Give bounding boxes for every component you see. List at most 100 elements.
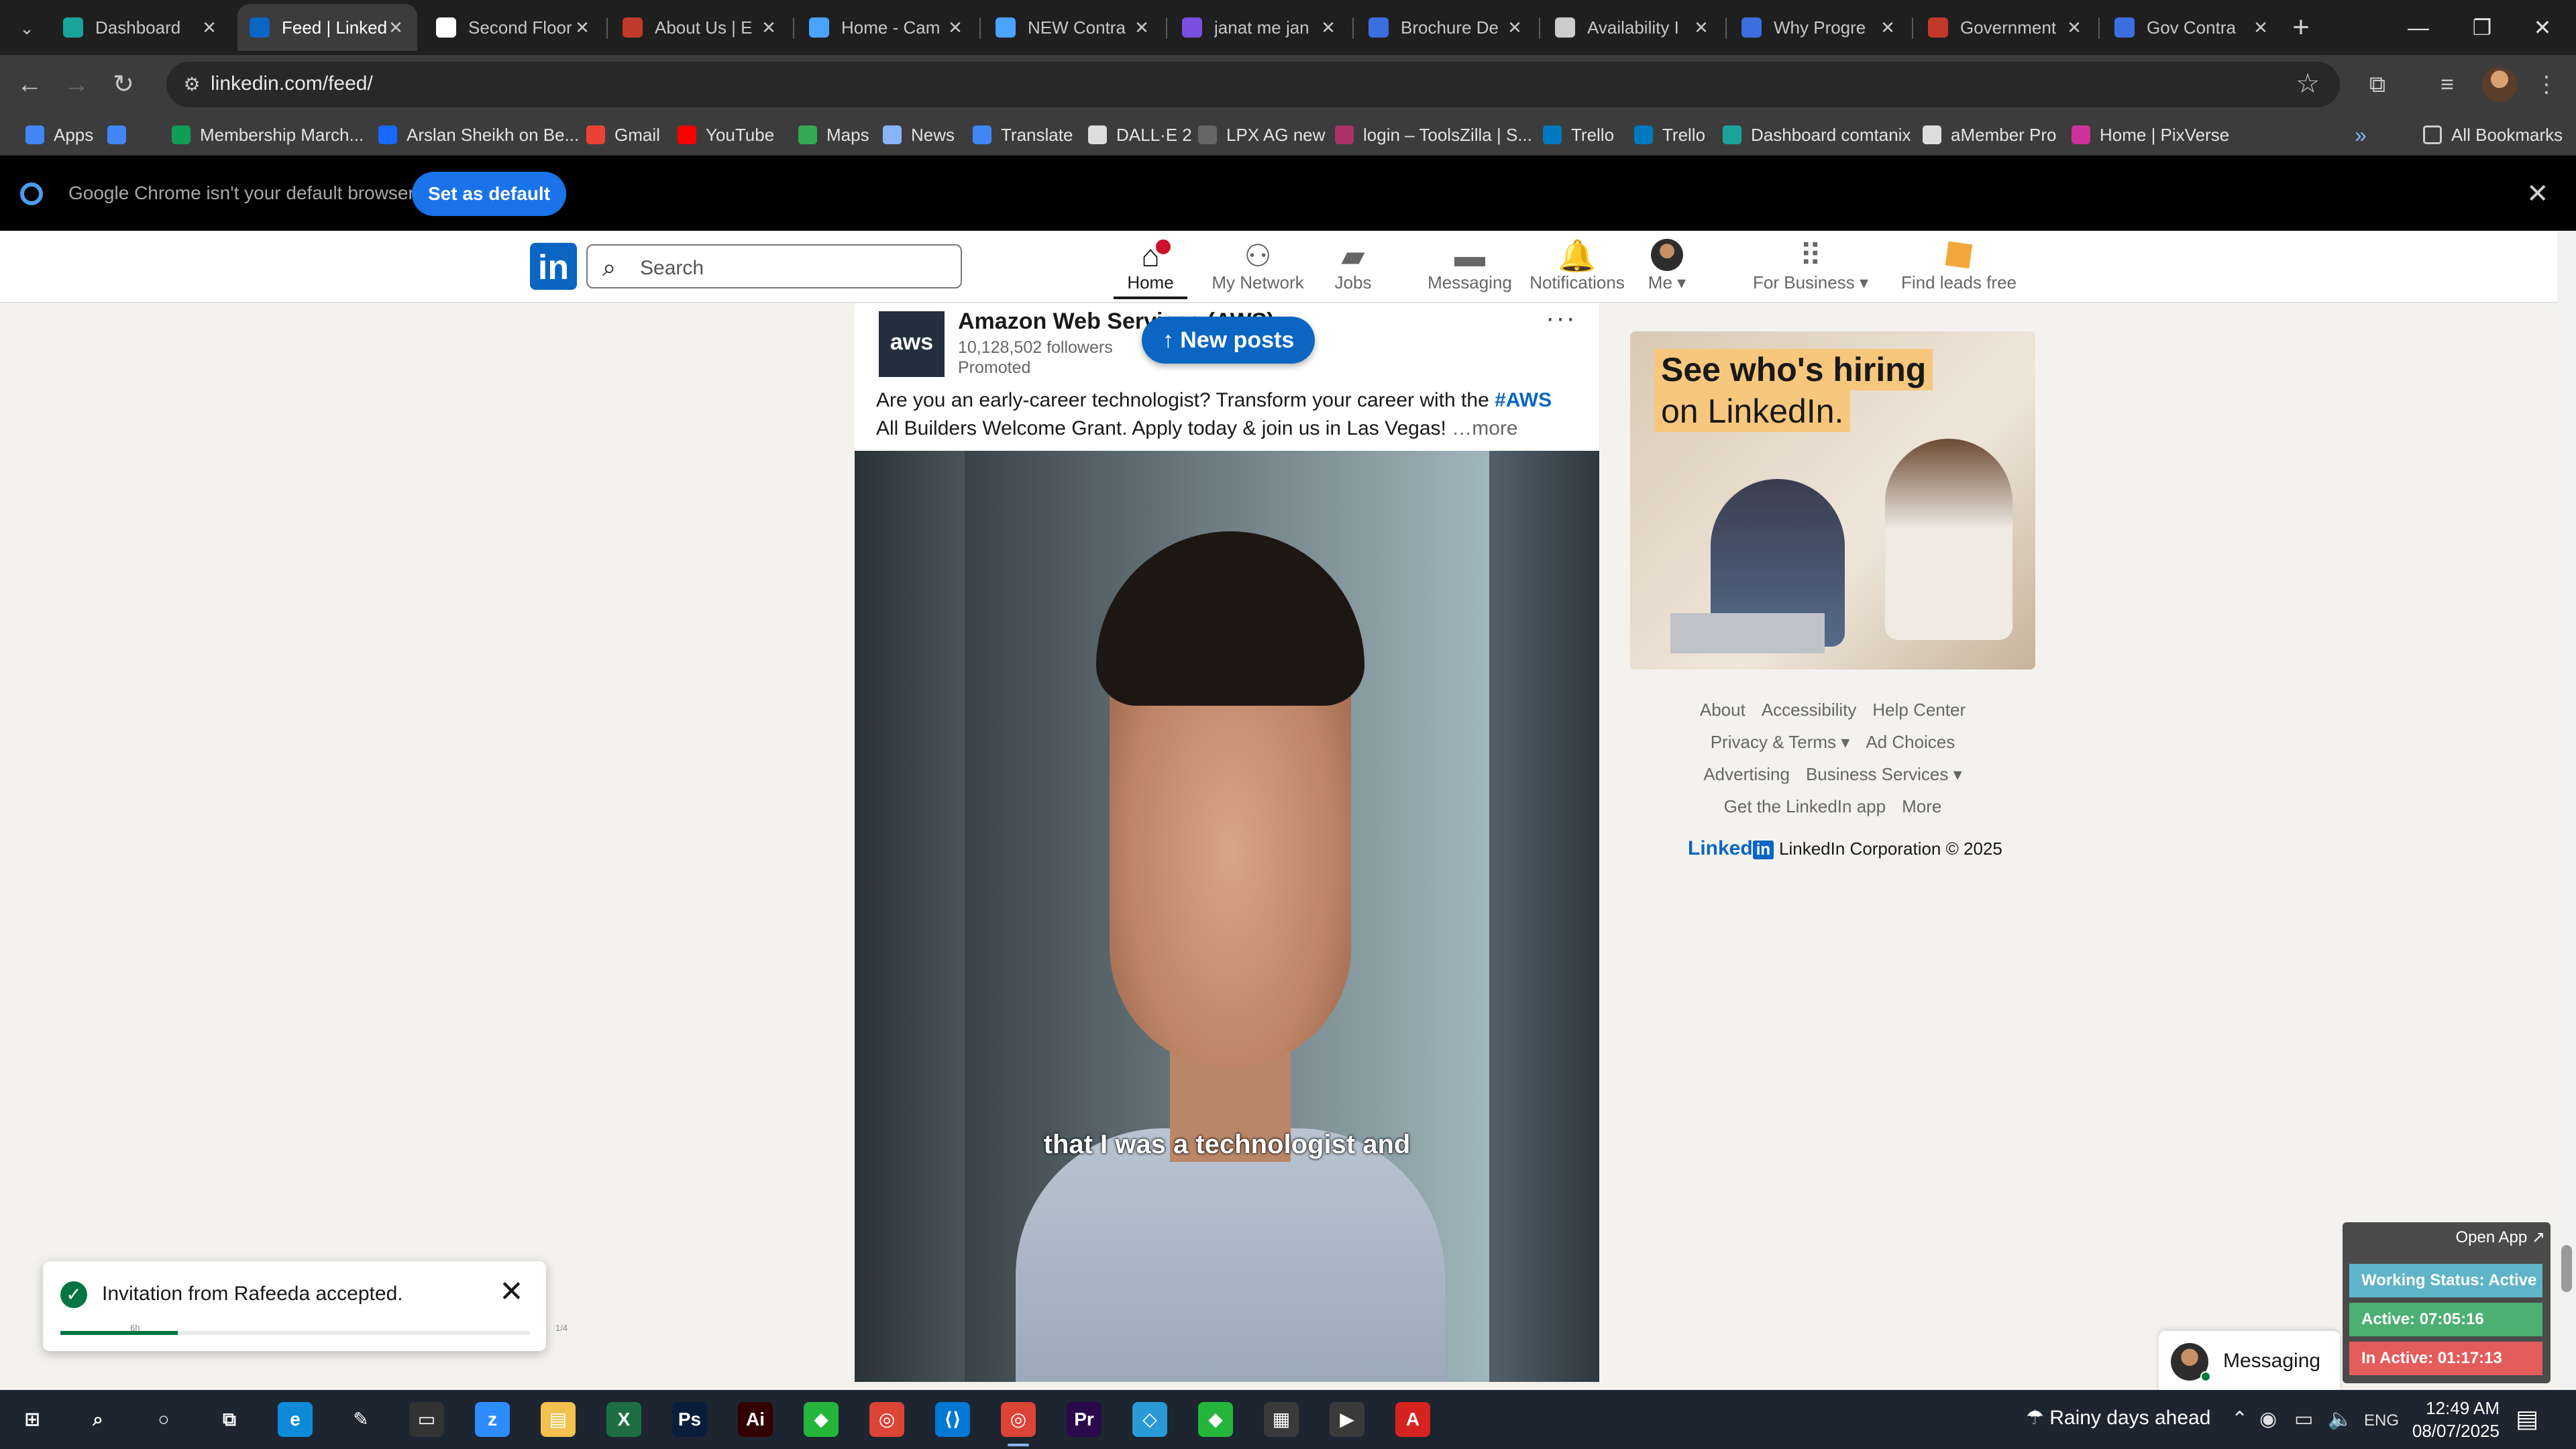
vscode-icon[interactable]: ⟨⟩	[935, 1402, 970, 1437]
footer-link[interactable]: Accessibility	[1762, 700, 1857, 720]
bookmarks-overflow-icon[interactable]: »	[2355, 123, 2367, 147]
browser-tab[interactable]: Gov Contra ✕	[2102, 4, 2282, 51]
browser-tab[interactable]: Government ✕	[1916, 4, 2096, 51]
browser-tab[interactable]: janat me jan ✕	[1170, 4, 1350, 51]
notification-center-icon[interactable]: ▤	[2516, 1405, 2538, 1433]
start-icon[interactable]: ⊞	[15, 1402, 50, 1437]
set-default-button[interactable]: Set as default	[412, 172, 566, 216]
nav-item[interactable]: 🔔 Notifications	[1527, 235, 1627, 299]
terminal-icon[interactable]: ▭	[409, 1402, 444, 1437]
language-indicator[interactable]: ENG	[2364, 1411, 2399, 1430]
hashtag-link[interactable]: #AWS	[1495, 389, 1552, 411]
menu-kebab-icon[interactable]: ⋮	[2528, 66, 2565, 103]
bookmark-item[interactable]: News	[883, 123, 955, 146]
scrollbar-thumb[interactable]	[2561, 1245, 2572, 1292]
browser-tab[interactable]: Brochure De ✕	[1356, 4, 1536, 51]
page-scrollbar[interactable]	[2557, 231, 2576, 1390]
tab-close-icon[interactable]: ✕	[386, 18, 405, 37]
tab-close-icon[interactable]: ✕	[759, 18, 778, 37]
bookmark-item[interactable]: Gmail	[586, 123, 660, 146]
bookmark-item[interactable]: Arslan Sheikh on Be...	[378, 123, 579, 146]
tab-search-icon[interactable]: ⌄	[12, 13, 42, 43]
footer-link[interactable]: About	[1700, 700, 1746, 720]
media-control-icon[interactable]: ≡	[2428, 66, 2466, 103]
bookmark-item[interactable]: Trello	[1543, 123, 1614, 146]
linkedin-logo-icon[interactable]: in	[530, 243, 577, 290]
browser-tab[interactable]: Why Progre ✕	[1729, 4, 1909, 51]
acrobat-icon[interactable]: A	[1395, 1402, 1430, 1437]
tab-close-icon[interactable]: ✕	[200, 18, 219, 37]
toast-close-icon[interactable]: ✕	[499, 1275, 524, 1309]
clock[interactable]: 12:49 AM 08/07/2025	[2399, 1397, 2500, 1442]
nav-item[interactable]: ▰ Jobs	[1316, 235, 1390, 299]
bookmark-item[interactable]	[107, 123, 136, 146]
new-posts-button[interactable]: ↑ New posts	[1142, 317, 1315, 364]
tray-overflow-icon[interactable]: ⌃	[2231, 1407, 2248, 1431]
see-more-link[interactable]: …more	[1446, 417, 1517, 439]
footer-link[interactable]: Privacy & Terms ▾	[1711, 732, 1850, 752]
messaging-overlay[interactable]: Messaging	[2159, 1331, 2340, 1390]
back-icon[interactable]: ←	[12, 67, 47, 102]
bookmark-item[interactable]: YouTube	[678, 123, 774, 146]
footer-link[interactable]: Help Center	[1872, 700, 1966, 720]
post-video[interactable]: that I was a technologist and	[855, 451, 1599, 1382]
explorer-icon[interactable]: ▤	[541, 1402, 576, 1437]
footer-link[interactable]: Ad Choices	[1866, 732, 1955, 752]
volume-icon[interactable]: 🔈	[2328, 1407, 2353, 1431]
bookmark-item[interactable]: Trello	[1634, 123, 1705, 146]
tab-close-icon[interactable]: ✕	[1505, 18, 1524, 37]
browser-tab[interactable]: Second Floor ✕	[424, 4, 604, 51]
footer-link[interactable]: Advertising	[1703, 764, 1790, 784]
calculator-icon[interactable]: ▦	[1264, 1402, 1299, 1437]
photoshop-icon[interactable]: Ps	[672, 1402, 707, 1437]
bookmark-item[interactable]: Home | PixVerse	[2072, 123, 2229, 146]
tab-close-icon[interactable]: ✕	[1878, 18, 1897, 37]
nav-item[interactable]: ▬ Messaging	[1421, 235, 1519, 299]
media-player-icon[interactable]: ▶	[1330, 1402, 1364, 1437]
browser-tab[interactable]: NEW Contra ✕	[983, 4, 1163, 51]
footer-link[interactable]: Business Services ▾	[1806, 764, 1962, 784]
post-menu-icon[interactable]: ···	[1546, 303, 1576, 333]
tab-close-icon[interactable]: ✕	[2065, 18, 2084, 37]
browser-tab[interactable]: Dashboard ✕	[51, 4, 231, 51]
browser-tab[interactable]: About Us | E ✕	[610, 4, 790, 51]
url-text[interactable]: linkedin.com/feed/	[211, 72, 373, 95]
bookmark-star-icon[interactable]: ☆	[2296, 68, 2320, 99]
meet-icon[interactable]: ◉	[2259, 1407, 2277, 1431]
nav-item[interactable]: Find leads free	[1892, 235, 2026, 299]
bookmark-item[interactable]: Maps	[798, 123, 869, 146]
hiring-ad[interactable]: See who's hiring on LinkedIn.	[1630, 331, 2035, 669]
chrome-running-icon[interactable]: ◎	[1001, 1402, 1036, 1446]
tab-close-icon[interactable]: ✕	[1319, 18, 1338, 37]
edge-icon[interactable]: e	[278, 1402, 313, 1437]
tab-close-icon[interactable]: ✕	[573, 18, 592, 37]
browser-tab[interactable]: Availability I ✕	[1543, 4, 1723, 51]
tab-close-icon[interactable]: ✕	[1132, 18, 1151, 37]
address-bar[interactable]: ⚙ linkedin.com/feed/ ☆	[166, 62, 2340, 107]
bookmark-item[interactable]: DALL·E 2	[1088, 123, 1192, 146]
footer-link[interactable]: Get the LinkedIn app	[1724, 796, 1886, 816]
pen-icon[interactable]: ✎	[343, 1402, 378, 1437]
extensions-icon[interactable]: ⧉	[2359, 66, 2396, 103]
nav-item[interactable]: ⚇ My Network	[1208, 235, 1308, 299]
task-view-icon[interactable]: ⧉	[212, 1402, 247, 1437]
cortana-icon[interactable]: ○	[146, 1402, 181, 1437]
site-info-icon[interactable]: ⚙	[178, 71, 205, 98]
bookmark-item[interactable]: Dashboard comtanix	[1723, 123, 1911, 146]
minimize-button[interactable]: —	[2381, 0, 2455, 55]
infobar-close-icon[interactable]: ✕	[2526, 178, 2549, 209]
bookmark-item[interactable]: LPX AG new	[1198, 123, 1325, 146]
bookmark-item[interactable]: Translate	[973, 123, 1073, 146]
footer-link[interactable]: More	[1902, 796, 1941, 816]
browser-tab[interactable]: Home - Cam ✕	[797, 4, 977, 51]
bookmark-item[interactable]: aMember Pro	[1923, 123, 2057, 146]
browser-tab[interactable]: Feed | LinkedIn✕	[237, 4, 417, 51]
profile-avatar[interactable]	[2482, 67, 2517, 102]
open-app-link[interactable]: Open App ↗	[2455, 1228, 2545, 1247]
illustrator-icon[interactable]: Ai	[738, 1402, 773, 1437]
app-green-icon[interactable]: ◆	[1198, 1402, 1233, 1437]
weather-widget[interactable]: ☂ Rainy days ahead	[2026, 1406, 2210, 1430]
nav-item[interactable]: ⠿ For Business ▾	[1740, 235, 1881, 299]
tab-close-icon[interactable]: ✕	[1692, 18, 1711, 37]
nav-item[interactable]: Me ▾	[1630, 235, 1704, 299]
